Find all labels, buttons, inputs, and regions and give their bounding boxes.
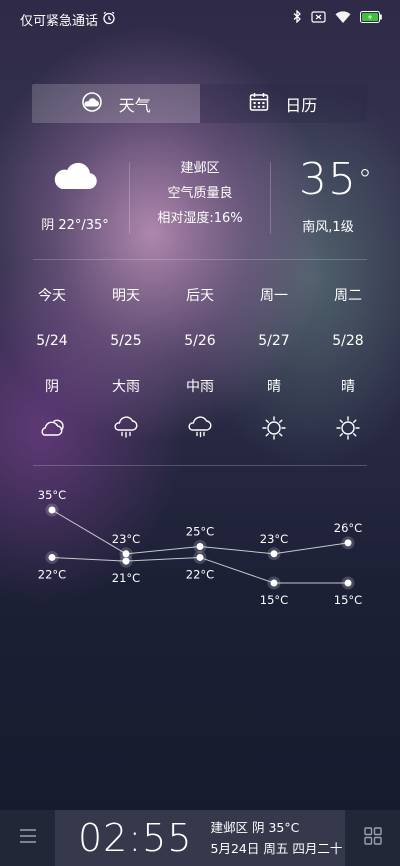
status-bar: 仅可紧急通话 <box>0 0 400 36</box>
low-temp-point <box>48 553 56 561</box>
divider <box>33 465 367 466</box>
bluetooth-icon <box>293 10 302 23</box>
low-temp-label: 15°C <box>334 593 362 607</box>
low-temp-label: 21°C <box>112 571 140 585</box>
date-text: 5月24日 周五 四月二十 <box>210 841 343 856</box>
current-weather: 阴 22°/35° 建邺区 空气质量良 相对湿度:16% 35 ° 南风,1级 <box>0 150 400 250</box>
temperature-chart: 35°C 23°C 25°C 23°C 26°C 22°C 21°C 22°C 15°C 15°C <box>38 488 362 607</box>
low-temp-point <box>344 579 352 587</box>
forecast-day: 后天 <box>186 288 214 304</box>
forecast-condition: 晴 <box>267 379 281 395</box>
cloudy-icon <box>38 415 66 445</box>
moderate-rain-icon <box>186 415 214 445</box>
cloud-icon <box>52 158 98 194</box>
tab-weather[interactable]: 天气 <box>32 84 200 123</box>
low-temp-point <box>122 557 130 565</box>
clock-time: 02:55 <box>78 816 193 860</box>
high-temp-point <box>48 506 56 514</box>
forecast-day: 周二 <box>334 288 362 304</box>
carrier-text: 仅可紧急通话 <box>20 14 99 29</box>
wind-label: 南风,1级 <box>302 220 354 235</box>
forecast-condition: 大雨 <box>112 379 140 395</box>
forecast-condition: 晴 <box>341 379 355 395</box>
sim-icon <box>311 10 326 23</box>
high-temp-label: 26°C <box>334 521 362 535</box>
degree-symbol: ° <box>358 163 373 196</box>
location-label: 建邺区 <box>180 161 220 176</box>
high-temp-point <box>344 539 352 547</box>
forecast-date: 5/24 <box>36 333 68 349</box>
apps-button[interactable] <box>345 810 400 866</box>
temp-range: 阴 22°/35° <box>41 218 109 233</box>
sunny-icon <box>261 415 287 445</box>
app-grid-icon <box>363 827 382 849</box>
current-temp: 35 ° 南风,1级 <box>273 150 383 238</box>
tab-calendar[interactable]: 日历 <box>199 84 367 123</box>
tab-bar: 天气 日历 <box>32 84 367 123</box>
high-temp-label: 25°C <box>186 525 214 539</box>
forecast-condition: 中雨 <box>186 379 214 395</box>
divider <box>129 162 130 234</box>
alarm-icon <box>102 11 116 29</box>
menu-icon <box>19 828 37 848</box>
forecast-condition: 阴 <box>45 379 59 395</box>
forecast-day: 周一 <box>260 288 288 304</box>
divider <box>270 162 271 234</box>
low-temp-point <box>270 579 278 587</box>
forecast-day: 今天 <box>38 288 66 304</box>
high-temp-point <box>196 543 204 550</box>
location-weather-text: 建邺区 阴 35°C <box>210 820 300 835</box>
bottom-bar: 02:55 建邺区 阴 35°C 5月24日 周五 四月二十 <box>0 810 400 866</box>
divider <box>33 259 367 260</box>
heavy-rain-icon <box>112 415 140 445</box>
high-temp-label: 35°C <box>38 488 66 502</box>
tab-calendar-label: 日历 <box>285 95 318 115</box>
battery-icon <box>360 10 382 23</box>
weather-icon <box>81 91 103 117</box>
sunny-icon <box>335 415 361 445</box>
menu-button[interactable] <box>0 810 55 866</box>
air-quality-label: 空气质量良 <box>167 186 233 201</box>
current-condition: 阴 22°/35° <box>25 150 125 238</box>
high-temp-label: 23°C <box>112 532 140 546</box>
forecast-day: 明天 <box>112 288 140 304</box>
forecast-date: 5/25 <box>110 333 142 349</box>
forecast-date: 5/28 <box>332 333 364 349</box>
current-temperature: 35 <box>299 154 357 205</box>
forecast-date: 5/27 <box>258 333 290 349</box>
current-details: 建邺区 空气质量良 相对湿度:16% <box>135 150 265 238</box>
high-temp-point <box>270 550 278 558</box>
low-temp-label: 15°C <box>260 593 288 607</box>
wifi-icon <box>335 10 351 23</box>
forecast-date: 5/26 <box>184 333 216 349</box>
low-temp-label: 22°C <box>38 567 66 581</box>
high-temp-label: 23°C <box>260 532 288 546</box>
calendar-icon <box>249 92 269 116</box>
low-temp-label: 22°C <box>186 567 214 581</box>
low-temp-point <box>196 553 204 561</box>
tab-weather-label: 天气 <box>118 95 151 115</box>
clock-widget[interactable]: 02:55 建邺区 阴 35°C 5月24日 周五 四月二十 <box>55 810 345 866</box>
humidity-label: 相对湿度:16% <box>157 211 243 226</box>
